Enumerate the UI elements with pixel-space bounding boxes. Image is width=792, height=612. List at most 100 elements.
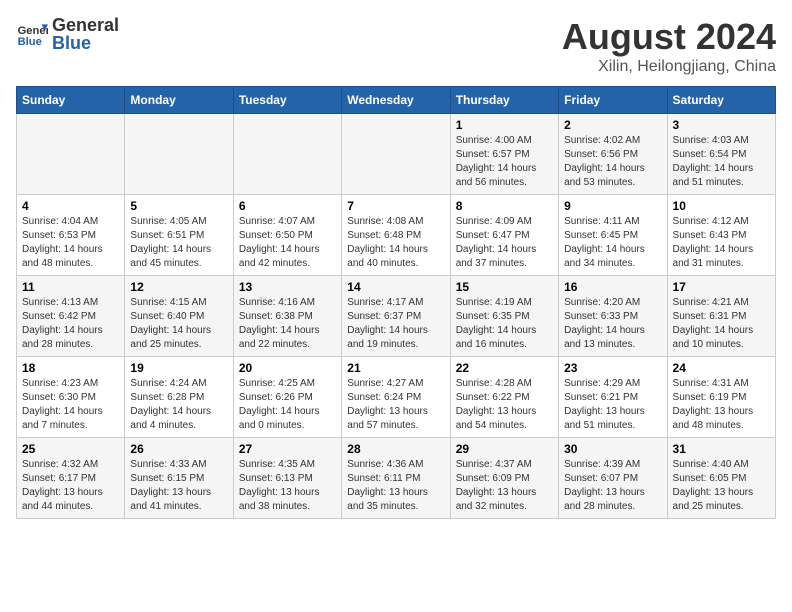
calendar-cell: 12Sunrise: 4:15 AM Sunset: 6:40 PM Dayli… [125, 276, 233, 357]
calendar-cell: 2 Sunrise: 4:02 AM Sunset: 6:56 PM Daylig… [559, 114, 667, 195]
calendar-subtitle: Xilin, Heilongjiang, China [562, 58, 776, 76]
calendar-week-row: 25 Sunrise: 4:32 AM Sunset: 6:17 PM Dayli… [17, 438, 776, 519]
calendar-cell: 28 Sunrise: 4:36 AM Sunset: 6:11 PM Dayli… [342, 438, 450, 519]
calendar-body: 1 Sunrise: 4:00 AM Sunset: 6:57 PM Daylig… [17, 114, 776, 519]
day-number: 8 [456, 199, 553, 213]
calendar-cell: 27 Sunrise: 4:35 AM Sunset: 6:13 PM Dayli… [233, 438, 341, 519]
day-info: Sunrise: 4:15 AM Sunset: 6:40 PM Dayligh… [130, 296, 227, 352]
day-info: Sunrise: 4:13 AM Sunset: 6:42 PM Dayligh… [22, 296, 119, 352]
calendar-cell: 23Sunrise: 4:29 AM Sunset: 6:21 PM Dayli… [559, 357, 667, 438]
calendar-cell: 1 Sunrise: 4:00 AM Sunset: 6:57 PM Daylig… [450, 114, 558, 195]
logo-blue: Blue [52, 34, 119, 52]
calendar-cell: 25 Sunrise: 4:32 AM Sunset: 6:17 PM Dayli… [17, 438, 125, 519]
calendar-cell: 10Sunrise: 4:12 AM Sunset: 6:43 PM Dayli… [667, 195, 775, 276]
calendar-cell: 15 Sunrise: 4:19 AM Sunset: 6:35 PM Dayli… [450, 276, 558, 357]
day-of-week-header: Tuesday [233, 87, 341, 114]
day-number: 16 [564, 280, 661, 294]
day-number: 1 [456, 118, 553, 132]
day-info: Sunrise: 4:27 AM Sunset: 6:24 PM Dayligh… [347, 377, 444, 433]
calendar-cell: 16 Sunrise: 4:20 AM Sunset: 6:33 PM Dayli… [559, 276, 667, 357]
day-info: Sunrise: 4:09 AM Sunset: 6:47 PM Dayligh… [456, 215, 553, 271]
calendar-cell: 26 Sunrise: 4:33 AM Sunset: 6:15 PM Dayli… [125, 438, 233, 519]
day-number: 5 [130, 199, 227, 213]
day-number: 31 [673, 442, 770, 456]
svg-text:Blue: Blue [18, 36, 42, 48]
day-number: 10 [673, 199, 770, 213]
day-info: Sunrise: 4:19 AM Sunset: 6:35 PM Dayligh… [456, 296, 553, 352]
day-of-week-header: Monday [125, 87, 233, 114]
day-number: 22 [456, 361, 553, 375]
header-row: SundayMondayTuesdayWednesdayThursdayFrid… [17, 87, 776, 114]
day-info: Sunrise: 4:25 AM Sunset: 6:26 PM Dayligh… [239, 377, 336, 433]
calendar-cell [342, 114, 450, 195]
day-of-week-header: Wednesday [342, 87, 450, 114]
calendar-cell: 8 Sunrise: 4:09 AM Sunset: 6:47 PM Daylig… [450, 195, 558, 276]
day-info: Sunrise: 4:31 AM Sunset: 6:19 PM Dayligh… [673, 377, 770, 433]
day-info: Sunrise: 4:32 AM Sunset: 6:17 PM Dayligh… [22, 458, 119, 514]
calendar-title: August 2024 [562, 16, 776, 58]
calendar-cell: 21 Sunrise: 4:27 AM Sunset: 6:24 PM Dayli… [342, 357, 450, 438]
day-info: Sunrise: 4:11 AM Sunset: 6:45 PM Dayligh… [564, 215, 661, 271]
day-info: Sunrise: 4:21 AM Sunset: 6:31 PM Dayligh… [673, 296, 770, 352]
day-info: Sunrise: 4:17 AM Sunset: 6:37 PM Dayligh… [347, 296, 444, 352]
title-area: August 2024 Xilin, Heilongjiang, China [562, 16, 776, 76]
day-number: 24 [673, 361, 770, 375]
day-of-week-header: Sunday [17, 87, 125, 114]
day-info: Sunrise: 4:23 AM Sunset: 6:30 PM Dayligh… [22, 377, 119, 433]
calendar-cell [125, 114, 233, 195]
day-number: 25 [22, 442, 119, 456]
day-info: Sunrise: 4:29 AM Sunset: 6:21 PM Dayligh… [564, 377, 661, 433]
day-info: Sunrise: 4:08 AM Sunset: 6:48 PM Dayligh… [347, 215, 444, 271]
day-info: Sunrise: 4:02 AM Sunset: 6:56 PM Dayligh… [564, 134, 661, 190]
day-number: 7 [347, 199, 444, 213]
day-number: 13 [239, 280, 336, 294]
day-info: Sunrise: 4:33 AM Sunset: 6:15 PM Dayligh… [130, 458, 227, 514]
day-number: 14 [347, 280, 444, 294]
calendar-cell: 24 Sunrise: 4:31 AM Sunset: 6:19 PM Dayli… [667, 357, 775, 438]
day-number: 18 [22, 361, 119, 375]
calendar-cell: 19Sunrise: 4:24 AM Sunset: 6:28 PM Dayli… [125, 357, 233, 438]
calendar-cell: 11Sunrise: 4:13 AM Sunset: 6:42 PM Dayli… [17, 276, 125, 357]
calendar-cell: 18 Sunrise: 4:23 AM Sunset: 6:30 PM Dayli… [17, 357, 125, 438]
calendar-cell [233, 114, 341, 195]
day-info: Sunrise: 4:36 AM Sunset: 6:11 PM Dayligh… [347, 458, 444, 514]
logo-general: General [52, 16, 119, 34]
day-of-week-header: Thursday [450, 87, 558, 114]
calendar-table: SundayMondayTuesdayWednesdayThursdayFrid… [16, 86, 776, 519]
calendar-week-row: 18 Sunrise: 4:23 AM Sunset: 6:30 PM Dayli… [17, 357, 776, 438]
day-info: Sunrise: 4:39 AM Sunset: 6:07 PM Dayligh… [564, 458, 661, 514]
calendar-cell: 9Sunrise: 4:11 AM Sunset: 6:45 PM Daylig… [559, 195, 667, 276]
day-number: 27 [239, 442, 336, 456]
day-info: Sunrise: 4:00 AM Sunset: 6:57 PM Dayligh… [456, 134, 553, 190]
calendar-header: SundayMondayTuesdayWednesdayThursdayFrid… [17, 87, 776, 114]
calendar-cell: 3Sunrise: 4:03 AM Sunset: 6:54 PM Daylig… [667, 114, 775, 195]
day-number: 20 [239, 361, 336, 375]
day-info: Sunrise: 4:35 AM Sunset: 6:13 PM Dayligh… [239, 458, 336, 514]
day-number: 28 [347, 442, 444, 456]
calendar-week-row: 4Sunrise: 4:04 AM Sunset: 6:53 PM Daylig… [17, 195, 776, 276]
day-info: Sunrise: 4:16 AM Sunset: 6:38 PM Dayligh… [239, 296, 336, 352]
day-info: Sunrise: 4:28 AM Sunset: 6:22 PM Dayligh… [456, 377, 553, 433]
day-number: 4 [22, 199, 119, 213]
day-number: 21 [347, 361, 444, 375]
day-number: 17 [673, 280, 770, 294]
calendar-cell: 30Sunrise: 4:39 AM Sunset: 6:07 PM Dayli… [559, 438, 667, 519]
day-number: 15 [456, 280, 553, 294]
calendar-week-row: 11Sunrise: 4:13 AM Sunset: 6:42 PM Dayli… [17, 276, 776, 357]
calendar-cell: 4Sunrise: 4:04 AM Sunset: 6:53 PM Daylig… [17, 195, 125, 276]
day-of-week-header: Saturday [667, 87, 775, 114]
day-number: 2 [564, 118, 661, 132]
day-info: Sunrise: 4:20 AM Sunset: 6:33 PM Dayligh… [564, 296, 661, 352]
logo: General Blue General Blue [16, 16, 119, 52]
calendar-cell: 14 Sunrise: 4:17 AM Sunset: 6:37 PM Dayli… [342, 276, 450, 357]
calendar-cell: 13 Sunrise: 4:16 AM Sunset: 6:38 PM Dayli… [233, 276, 341, 357]
calendar-cell: 5 Sunrise: 4:05 AM Sunset: 6:51 PM Daylig… [125, 195, 233, 276]
day-of-week-header: Friday [559, 87, 667, 114]
day-info: Sunrise: 4:37 AM Sunset: 6:09 PM Dayligh… [456, 458, 553, 514]
day-info: Sunrise: 4:05 AM Sunset: 6:51 PM Dayligh… [130, 215, 227, 271]
day-info: Sunrise: 4:24 AM Sunset: 6:28 PM Dayligh… [130, 377, 227, 433]
day-number: 3 [673, 118, 770, 132]
day-number: 26 [130, 442, 227, 456]
day-info: Sunrise: 4:07 AM Sunset: 6:50 PM Dayligh… [239, 215, 336, 271]
calendar-cell: 31Sunrise: 4:40 AM Sunset: 6:05 PM Dayli… [667, 438, 775, 519]
